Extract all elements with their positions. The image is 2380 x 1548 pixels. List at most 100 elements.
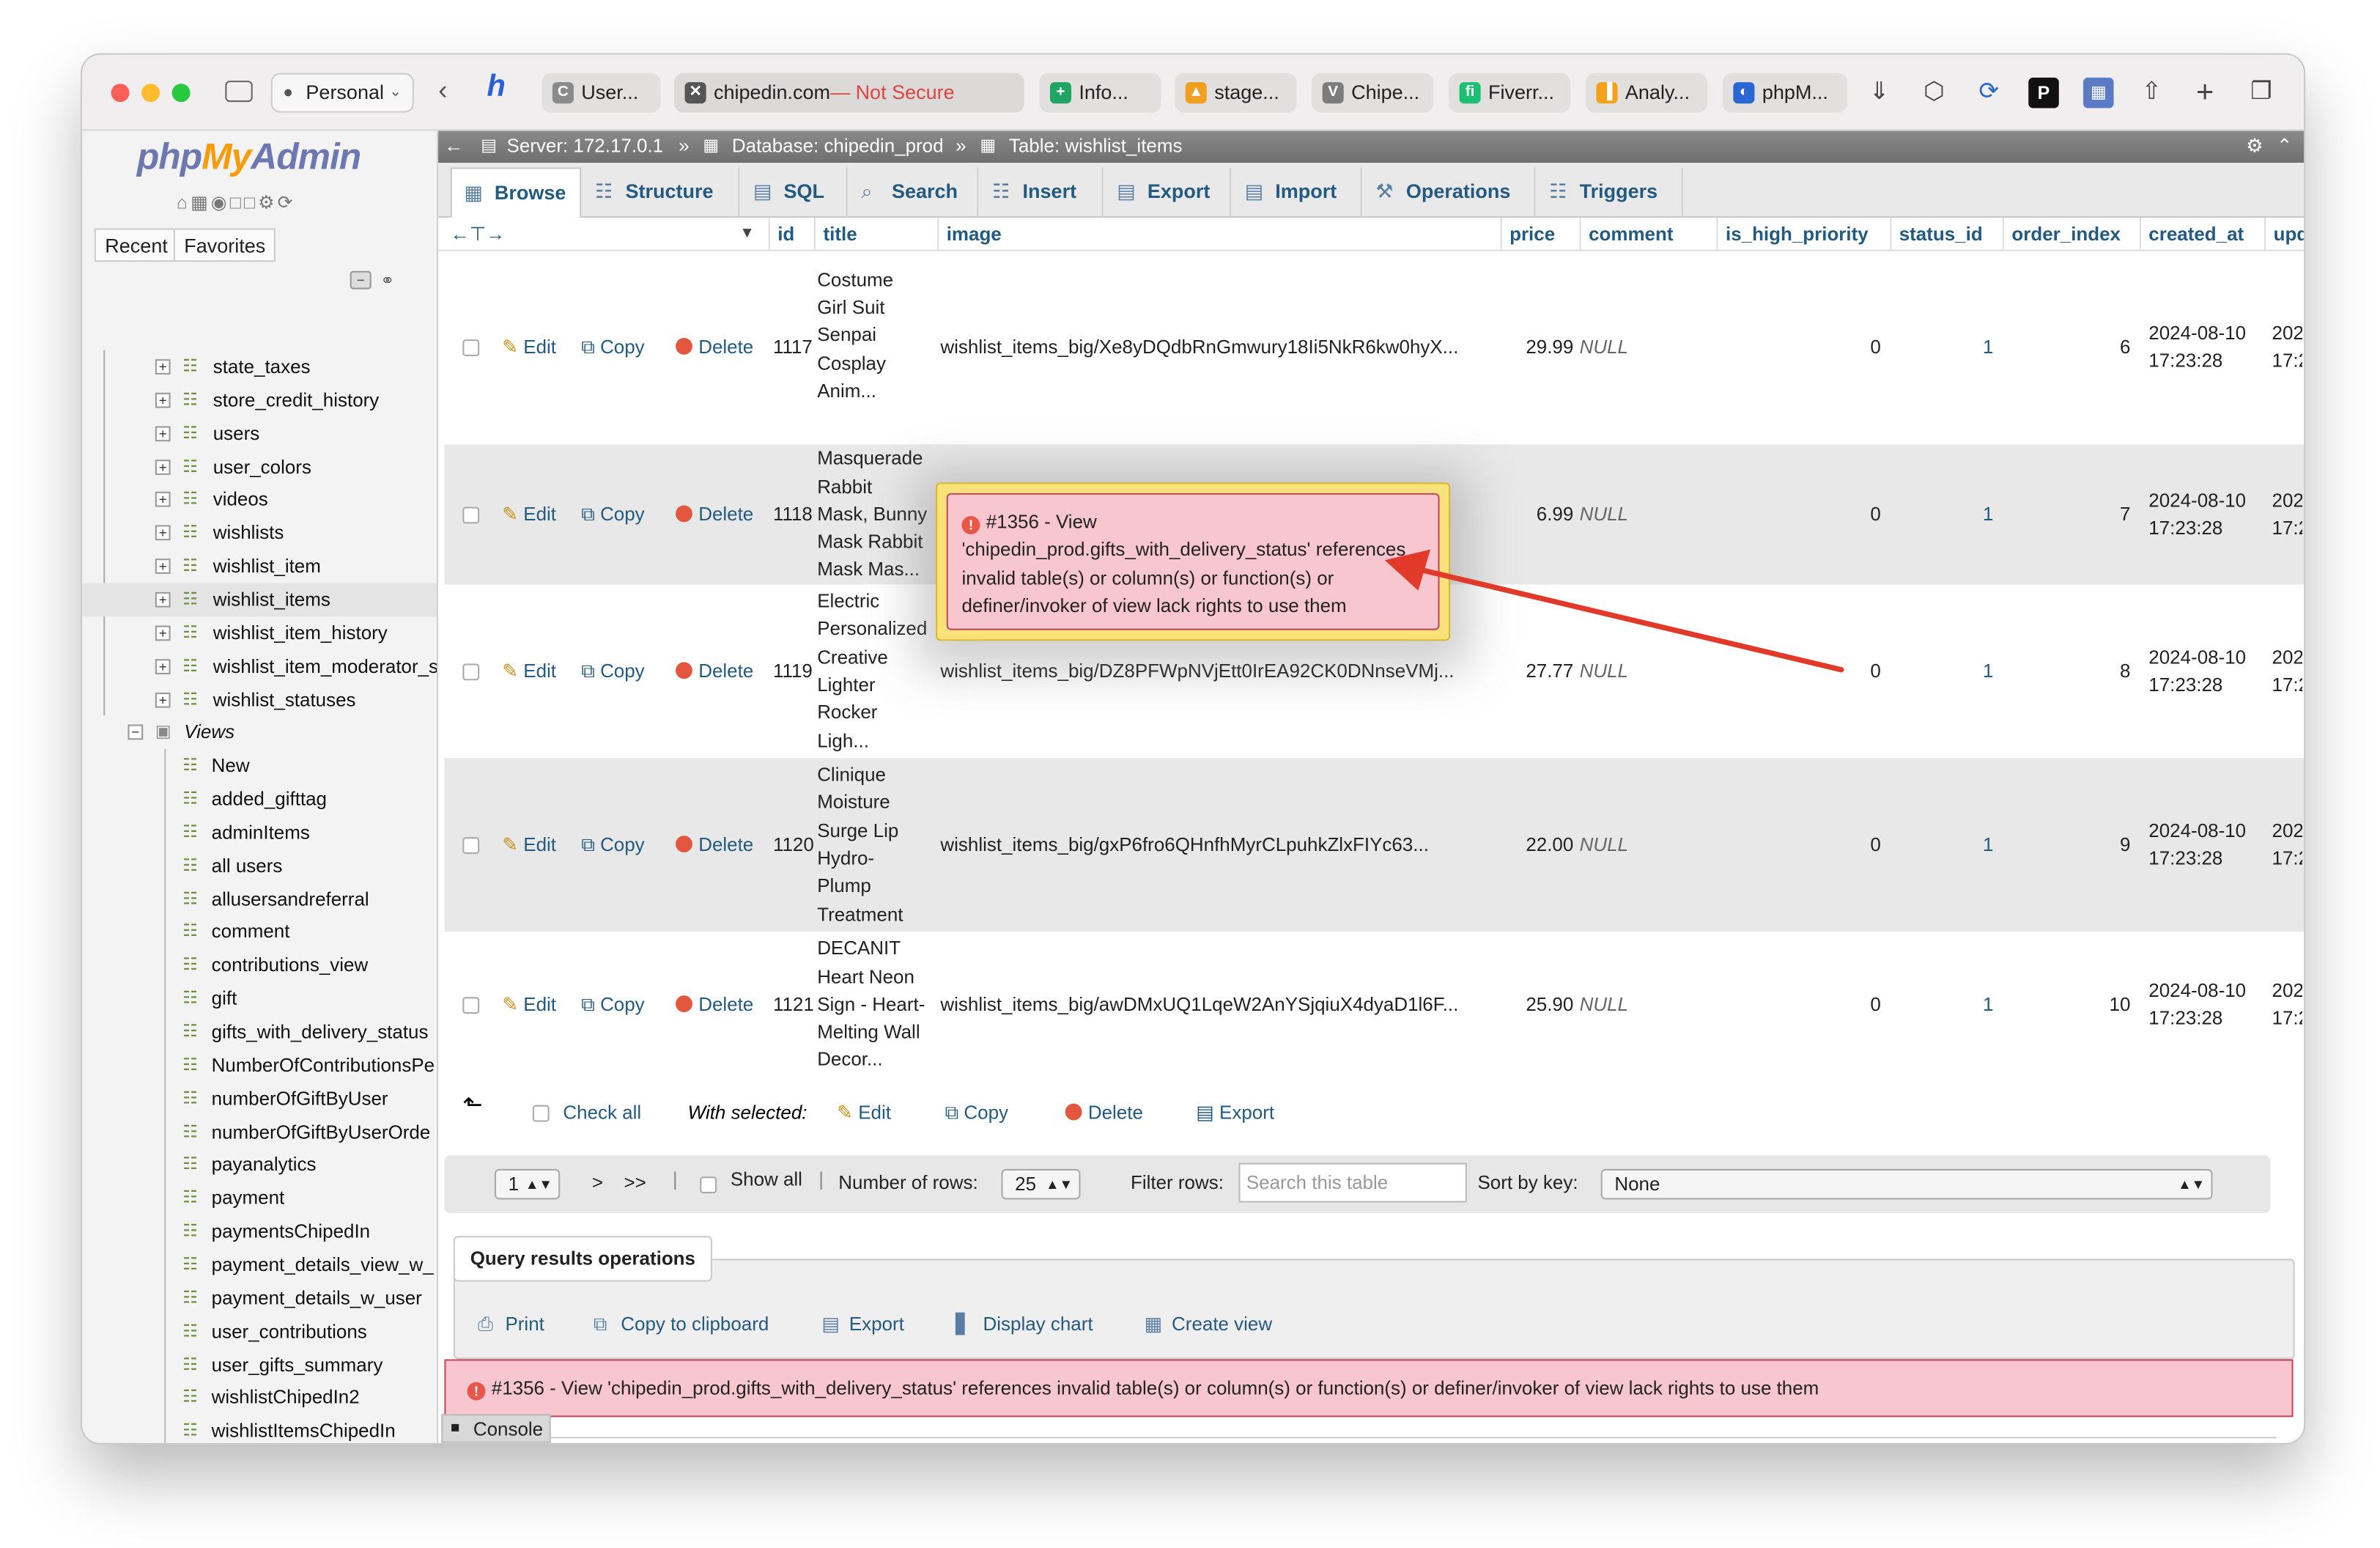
cell-status-id[interactable]: 1: [1983, 334, 1993, 362]
column-header-price[interactable]: price: [1500, 217, 1555, 251]
breadcrumb-server[interactable]: Server: 172.17.0.1: [507, 131, 664, 163]
tree-table-item[interactable]: + ☷ wishlist_item_history: [82, 616, 437, 650]
breadcrumb-table[interactable]: Table: wishlist_items: [1009, 131, 1183, 163]
row-edit-button[interactable]: ✎ Edit: [502, 831, 556, 859]
browser-tab[interactable]: V Chipe...: [1312, 73, 1434, 113]
tree-table-item[interactable]: + ☷ wishlists: [82, 517, 437, 550]
tab-sql[interactable]: ▤ SQL: [741, 167, 848, 218]
show-all-label[interactable]: Show all: [731, 1169, 802, 1190]
tab-browse[interactable]: ▦ Browse: [450, 167, 582, 220]
row-delete-button[interactable]: Delete: [676, 991, 753, 1019]
row-copy-button[interactable]: ⧉ Copy: [581, 831, 644, 859]
tree-view-item[interactable]: ☷ paymentsChipedIn: [82, 1215, 437, 1248]
zoom-window-button[interactable]: [171, 84, 191, 103]
tree-view-item[interactable]: ☷ numberOfGiftByUserOrde: [82, 1115, 437, 1149]
back-icon[interactable]: ‹: [438, 76, 447, 103]
tab-structure[interactable]: ☷ Structure: [583, 167, 740, 218]
bulk-delete-button[interactable]: Delete: [1065, 1096, 1143, 1129]
grid-extension-icon[interactable]: ▦: [2083, 77, 2114, 108]
tab-import[interactable]: ▤ Import: [1232, 167, 1362, 218]
tree-view-item[interactable]: ☷ user_contributions: [82, 1315, 437, 1349]
page-select[interactable]: 1 ▲▼: [494, 1168, 561, 1200]
row-edit-button[interactable]: ✎ Edit: [502, 334, 556, 362]
browser-tab[interactable]: C User...: [542, 73, 661, 113]
h-extension-icon[interactable]: h: [487, 72, 506, 103]
row-delete-button[interactable]: Delete: [676, 831, 753, 859]
console-toggle[interactable]: ■ Console: [441, 1414, 551, 1443]
new-tab-icon[interactable]: +: [2189, 78, 2220, 108]
tab-export[interactable]: ▤ Export: [1105, 167, 1232, 218]
browser-tab[interactable]: ✕ chipedin.com— Not Secure: [673, 73, 1024, 113]
tree-view-item[interactable]: ☷ gifts_with_delivery_status: [82, 1015, 437, 1049]
cell-status-id[interactable]: 1: [1983, 991, 1993, 1019]
copy-to-clipboard-button[interactable]: ⧉ Copy to clipboard: [581, 1303, 784, 1346]
cube-icon[interactable]: ⬡: [1919, 78, 1950, 108]
column-header-id[interactable]: id: [768, 217, 794, 251]
expand-icon[interactable]: +: [155, 359, 171, 375]
row-checkbox[interactable]: [462, 836, 480, 854]
expand-icon[interactable]: +: [155, 525, 171, 541]
tree-views-node[interactable]: − ▣ Views: [82, 716, 437, 750]
minimize-window-button[interactable]: [141, 84, 160, 103]
column-header-title[interactable]: title: [814, 217, 857, 251]
sort-by-key-select[interactable]: None ▲▼: [1600, 1168, 2213, 1200]
column-header-status_id[interactable]: status_id: [1890, 217, 1983, 251]
row-delete-button[interactable]: Delete: [676, 657, 753, 685]
tree-table-item[interactable]: + ☷ users: [82, 416, 437, 450]
check-all-checkbox[interactable]: [532, 1105, 550, 1122]
expand-icon[interactable]: +: [155, 658, 171, 674]
tree-view-item[interactable]: ☷ payment: [82, 1182, 437, 1215]
cell-status-id[interactable]: 1: [1983, 831, 1993, 859]
tree-view-item[interactable]: ☷ all users: [82, 849, 437, 882]
row-checkbox[interactable]: [462, 663, 480, 680]
print-button[interactable]: ⎙ Print: [465, 1303, 559, 1346]
tree-view-item[interactable]: ☷ wishlistItemsChipedIn: [82, 1415, 437, 1443]
browser-tab[interactable]: ▲ stage...: [1175, 73, 1297, 113]
cell-status-id[interactable]: 1: [1983, 657, 1993, 685]
collapse-icon[interactable]: ⌃: [2277, 131, 2293, 163]
tree-view-item[interactable]: ☷ allusersandreferral: [82, 882, 437, 916]
tree-view-item[interactable]: ☷ payment_details_w_user: [82, 1281, 437, 1315]
row-checkbox[interactable]: [462, 506, 480, 524]
next-page-button[interactable]: >: [592, 1172, 603, 1193]
expand-icon[interactable]: +: [155, 459, 171, 474]
column-header-comment[interactable]: comment: [1579, 217, 1673, 251]
browser-tab[interactable]: ▐ Analy...: [1585, 73, 1708, 113]
row-copy-button[interactable]: ⧉ Copy: [581, 501, 644, 528]
column-header-created_at[interactable]: created_at: [2139, 217, 2244, 251]
sort-menu-icon[interactable]: ▼: [739, 218, 755, 251]
tree-table-item[interactable]: + ☷ videos: [82, 483, 437, 517]
bulk-export-button[interactable]: ▤ Export: [1196, 1096, 1274, 1129]
tree-view-item[interactable]: ☷ gift: [82, 982, 437, 1016]
tree-table-item[interactable]: + ☷ state_taxes: [82, 350, 437, 384]
tree-view-item[interactable]: ☷ numberOfGiftByUser: [82, 1082, 437, 1116]
p-extension-icon[interactable]: P: [2028, 77, 2059, 108]
breadcrumb-database[interactable]: Database: chipedin_prod: [732, 131, 944, 163]
row-copy-button[interactable]: ⧉ Copy: [581, 657, 644, 685]
expand-icon[interactable]: +: [155, 691, 171, 707]
tree-view-item[interactable]: ☷ contributions_view: [82, 948, 437, 982]
row-copy-button[interactable]: ⧉ Copy: [581, 334, 644, 362]
filter-rows-input[interactable]: Search this table: [1238, 1162, 1467, 1203]
row-copy-button[interactable]: ⧉ Copy: [581, 991, 644, 1019]
show-all-checkbox[interactable]: [700, 1176, 717, 1194]
column-resize-icon[interactable]: ←⊤→: [451, 218, 506, 251]
tree-view-item[interactable]: ☷ New: [82, 749, 437, 783]
share-icon[interactable]: ⇧: [2137, 78, 2168, 108]
num-rows-select[interactable]: 25 ▲▼: [1001, 1168, 1081, 1200]
row-edit-button[interactable]: ✎ Edit: [502, 501, 556, 528]
tab-search[interactable]: ⌕ Search: [849, 167, 979, 218]
bulk-edit-button[interactable]: ✎ Edit: [837, 1096, 891, 1129]
last-page-button[interactable]: >>: [624, 1172, 646, 1193]
tab-insert[interactable]: ☷ Insert: [980, 167, 1104, 218]
column-header-is_high_priority[interactable]: is_high_priority: [1716, 217, 1869, 251]
close-window-button[interactable]: [111, 84, 130, 103]
cell-status-id[interactable]: 1: [1983, 501, 1993, 528]
browser-tab[interactable]: fi Fiverr...: [1449, 73, 1571, 113]
collapse-all-icon[interactable]: −: [350, 270, 372, 290]
tree-table-item[interactable]: + ☷ wishlist_item: [82, 550, 437, 583]
tab-operations[interactable]: ⚒ Operations: [1364, 167, 1536, 218]
tree-view-item[interactable]: ☷ payanalytics: [82, 1149, 437, 1182]
tree-view-item[interactable]: ☷ user_gifts_summary: [82, 1348, 437, 1382]
browser-tab[interactable]: ◐ phpM...: [1722, 73, 1848, 113]
